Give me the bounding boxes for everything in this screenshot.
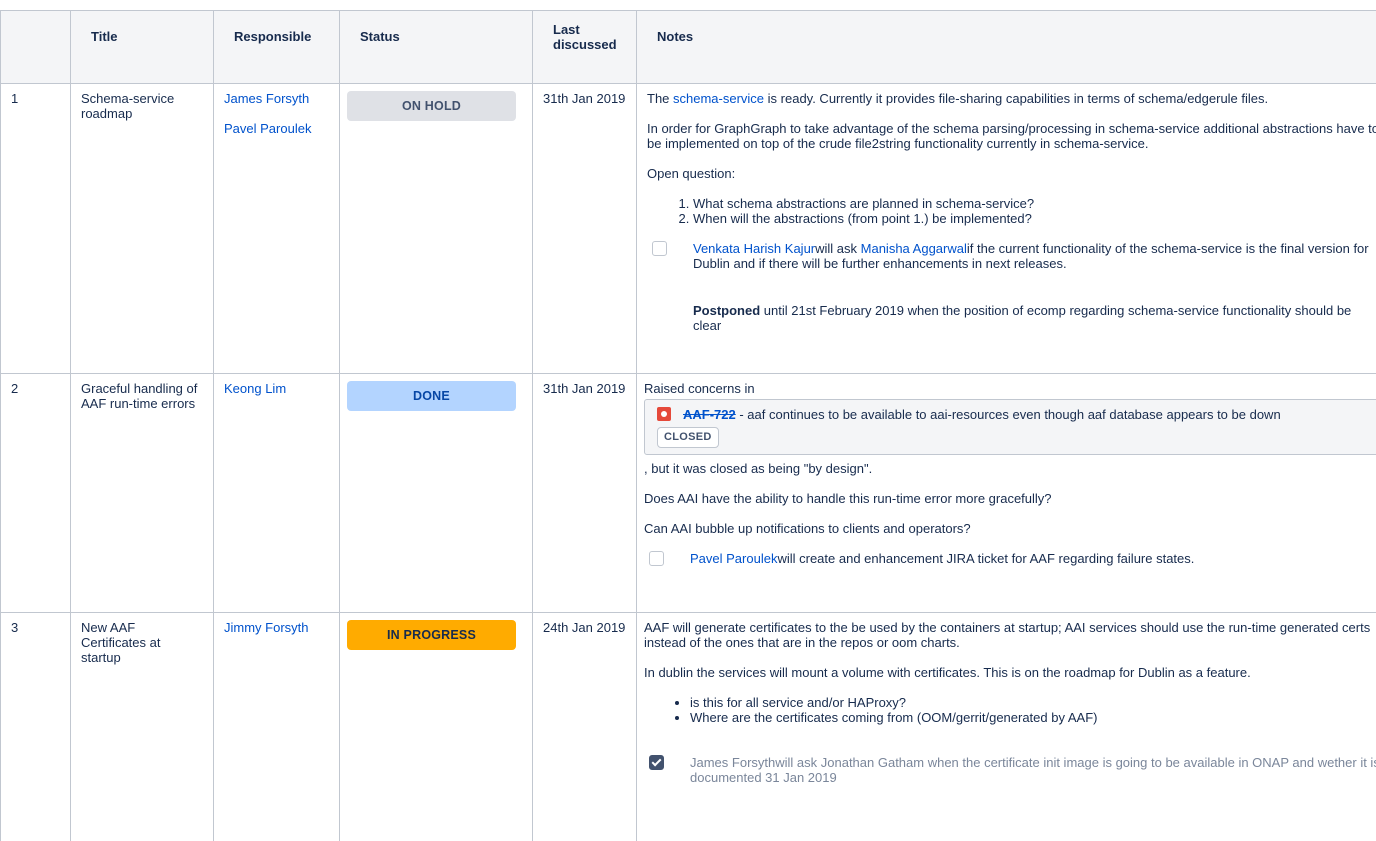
notes-paragraph: AAF will generate certificates to the be… <box>644 620 1371 650</box>
jira-issue-link[interactable]: AAF-722 <box>683 407 736 422</box>
notes-paragraph: Raised concerns in <box>644 381 755 396</box>
last-discussed-line1: Last <box>553 22 580 37</box>
notes-paragraph: Open question: <box>647 166 736 181</box>
status-badge: IN PROGRESS <box>347 620 516 650</box>
jira-issue-macro: AAF-722 - aaf continues to be available … <box>644 399 1376 455</box>
table-row: 3 New AAF Certificates at startup Jimmy … <box>0 612 1376 841</box>
user-mention[interactable]: Pavel Paroulek <box>690 551 777 566</box>
user-link[interactable]: James Forsyth <box>224 91 309 106</box>
text: will create and enhancement JIRA ticket … <box>777 551 1195 566</box>
row-last-discussed: 31th Jan 2019 <box>532 373 637 613</box>
table-row: 2 Graceful handling of AAF run-time erro… <box>0 373 1376 613</box>
list-item: Where are the certificates coming from (… <box>690 710 1376 725</box>
postponed-note: Postponed until 21st February 2019 when … <box>647 289 1376 333</box>
col-header-title[interactable]: Title <box>70 10 214 84</box>
task-checkbox[interactable] <box>652 241 667 256</box>
notes-paragraph: In order for GraphGraph to take advantag… <box>647 121 1376 151</box>
row-number: 2 <box>0 373 71 613</box>
row-status: DONE <box>339 373 533 613</box>
col-header-responsible[interactable]: Responsible <box>213 10 340 84</box>
task-item: James Forsythwill ask Jonathan Gatham wh… <box>644 755 1376 785</box>
text: until 21st February 2019 when the positi… <box>693 303 1352 333</box>
status-badge: ON HOLD <box>347 91 516 121</box>
row-number: 1 <box>0 83 71 374</box>
header-row: Title Responsible Status Last discussed … <box>0 10 1376 84</box>
notes-paragraph: In dublin the services will mount a volu… <box>644 665 1251 680</box>
row-last-discussed: 24th Jan 2019 <box>532 612 637 841</box>
jira-summary: - aaf continues to be available to aai-r… <box>735 407 1281 422</box>
col-header-notes[interactable]: Notes <box>636 10 1376 84</box>
col-header-number <box>0 10 71 84</box>
row-status: IN PROGRESS <box>339 612 533 841</box>
notes-paragraph: The schema-service is ready. Currently i… <box>647 91 1376 106</box>
task-text: James Forsythwill ask Jonathan Gatham wh… <box>690 755 1376 785</box>
notes-paragraph: Does AAI have the ability to handle this… <box>644 491 1052 506</box>
row-title: New AAF Certificates at startup <box>70 612 214 841</box>
notes-paragraph: , but it was closed as being "by design"… <box>644 461 873 476</box>
text: is ready. Currently it provides file-sha… <box>764 91 1269 106</box>
row-title: Schema-service roadmap <box>70 83 214 374</box>
list-item: When will the abstractions (from point 1… <box>693 211 1376 226</box>
status-badge: DONE <box>347 381 516 411</box>
row-number: 3 <box>0 612 71 841</box>
user-link[interactable]: Jimmy Forsyth <box>224 620 309 635</box>
user-link[interactable]: Pavel Paroulek <box>224 121 311 136</box>
row-notes: The schema-service is ready. Currently i… <box>636 83 1376 374</box>
col-header-last-discussed[interactable]: Last discussed <box>532 10 637 84</box>
list-item: What schema abstractions are planned in … <box>693 196 1376 211</box>
task-item: Venkata Harish Kajurwill ask Manisha Agg… <box>647 241 1376 271</box>
bullet-list: is this for all service and/or HAProxy? … <box>644 695 1376 725</box>
row-title: Graceful handling of AAF run-time errors <box>70 373 214 613</box>
notes-paragraph: Can AAI bubble up notifications to clien… <box>644 521 971 536</box>
task-checkbox[interactable] <box>649 551 664 566</box>
list-item: is this for all service and/or HAProxy? <box>690 695 1376 710</box>
questions-list: What schema abstractions are planned in … <box>647 196 1376 226</box>
table-row: 1 Schema-service roadmap James Forsyth P… <box>0 83 1376 374</box>
row-last-discussed: 31th Jan 2019 <box>532 83 637 374</box>
checked-checkbox-icon[interactable] <box>649 755 664 770</box>
user-mention[interactable]: Manisha Aggarwal <box>861 241 967 256</box>
row-responsible: Jimmy Forsyth <box>213 612 340 841</box>
col-header-status[interactable]: Status <box>339 10 533 84</box>
user-link[interactable]: Keong Lim <box>224 381 286 396</box>
text: The <box>647 91 674 106</box>
last-discussed-line2: discussed <box>553 37 617 52</box>
jira-status-badge: CLOSED <box>657 427 719 448</box>
row-notes: Raised concerns in AAF-722 - aaf continu… <box>636 373 1376 613</box>
postponed-label: Postponed <box>693 303 761 318</box>
row-responsible: Keong Lim <box>213 373 340 613</box>
bug-icon <box>657 407 671 421</box>
task-item: Pavel Paroulekwill create and enhancemen… <box>644 551 1376 566</box>
row-responsible: James Forsyth Pavel Paroulek <box>213 83 340 374</box>
row-notes: AAF will generate certificates to the be… <box>636 612 1376 841</box>
page: Title Responsible Status Last discussed … <box>0 0 1376 841</box>
user-mention[interactable]: Venkata Harish Kajur <box>693 241 815 256</box>
row-status: ON HOLD <box>339 83 533 374</box>
text: will ask <box>815 241 861 256</box>
action-items-table: Title Responsible Status Last discussed … <box>0 10 1376 841</box>
schema-service-link[interactable]: schema-service <box>673 91 764 106</box>
